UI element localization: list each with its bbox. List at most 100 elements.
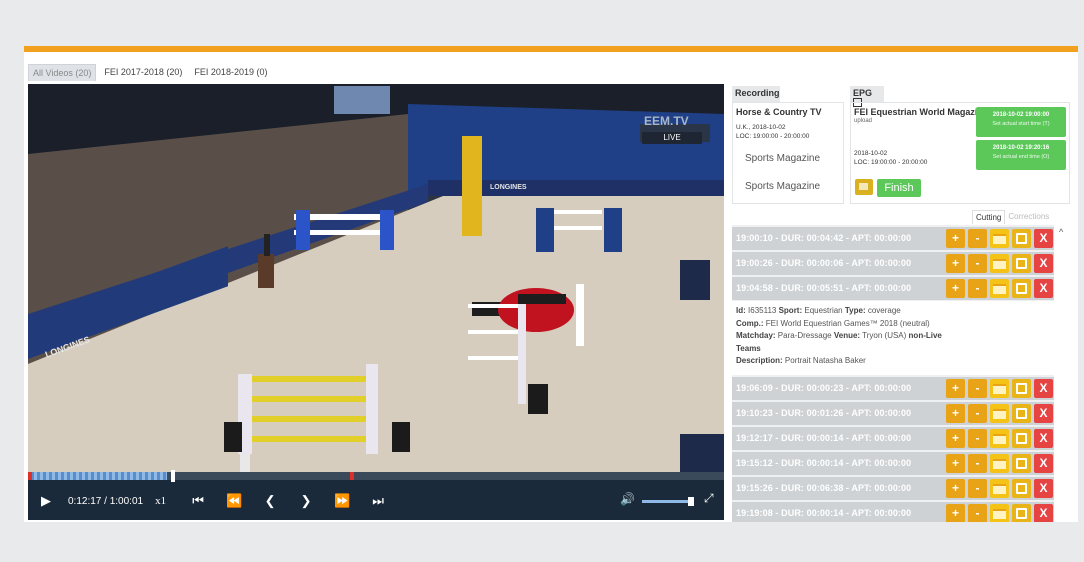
cut-row-text: 19:04:58 - DUR: 00:05:51 - APT: 00:00:00 [736,283,912,293]
cut-row[interactable]: 19:15:12 - DUR: 00:00:14 - APT: 00:00:00… [732,452,1054,475]
details-line: Teams [736,343,761,353]
control-row: ▶ 0:12:17 / 1:00:01 x1 ⏮ ⏪ ❮ ❯ ⏩ ⏭ 🔊 ⤢ [28,486,724,516]
progress-knob[interactable] [171,470,175,482]
program-item[interactable]: Sports Magazine [745,153,820,164]
fullscreen-icon[interactable]: ⤢ [704,491,714,506]
cut-row-text: 19:00:10 - DUR: 00:04:42 - APT: 00:00:00 [736,233,912,243]
cut-row[interactable]: 19:12:17 - DUR: 00:00:14 - APT: 00:00:00… [732,427,1054,450]
volume-slider[interactable] [642,500,694,503]
edit-icon[interactable] [1012,379,1031,398]
cut-marker[interactable] [350,472,354,480]
cut-row[interactable]: 19:19:08 - DUR: 00:00:14 - APT: 00:00:00… [732,502,1054,522]
cut-details: Id: I635113 Sport: Equestrian Type: cove… [732,301,1054,375]
delete-icon[interactable]: X [1034,279,1053,298]
edit-icon[interactable] [1012,254,1031,273]
play-icon[interactable]: ▶ [28,493,64,509]
end-time-label: Set actual end time (O) [992,154,1050,160]
cut-marker[interactable] [28,472,32,480]
cut-row[interactable]: 19:10:23 - DUR: 00:01:26 - APT: 00:00:00… [732,402,1054,425]
delete-icon[interactable]: X [1034,379,1053,398]
set-start-time-button[interactable]: 2018-10-02 19:00:00 Set actual start tim… [976,107,1066,137]
remove-icon[interactable]: - [968,379,987,398]
folder-icon[interactable] [990,429,1009,448]
remove-icon[interactable]: - [968,504,987,522]
volume-knob[interactable] [688,497,694,506]
cut-list-scrollbar[interactable]: ^ [1056,225,1070,522]
delete-icon[interactable]: X [1034,504,1053,522]
tab-cutting[interactable]: Cutting [972,210,1006,224]
edit-icon[interactable] [1012,454,1031,473]
speed-button[interactable]: x1 [155,495,166,507]
epg-date: 2018-10-02 [854,150,888,157]
delete-icon[interactable]: X [1034,229,1053,248]
folder-icon[interactable] [990,254,1009,273]
scroll-up-icon[interactable]: ^ [1059,227,1063,237]
cut-list: 19:00:10 - DUR: 00:04:42 - APT: 00:00:00… [732,225,1054,522]
step-back-icon[interactable]: ❮ [252,493,288,509]
folder-icon[interactable] [990,279,1009,298]
delete-icon[interactable]: X [1034,429,1053,448]
live-badge: LIVE [642,132,702,144]
remove-icon[interactable]: - [968,279,987,298]
image-icon[interactable] [855,179,873,195]
add-icon[interactable]: + [946,404,965,423]
remove-icon[interactable]: - [968,229,987,248]
edit-icon[interactable] [1012,229,1031,248]
add-icon[interactable]: + [946,254,965,273]
details-line: Comp.: FEI World Equestrian Games™ 2018 … [736,318,930,328]
remove-icon[interactable]: - [968,404,987,423]
cut-row[interactable]: 19:00:26 - DUR: 00:00:06 - APT: 00:00:00… [732,252,1054,275]
set-end-time-button[interactable]: 2018-10-02 19:20:16 Set actual end time … [976,140,1066,170]
folder-icon[interactable] [990,454,1009,473]
recording-date: U.K., 2018-10-02 [736,124,786,131]
folder-icon[interactable] [990,404,1009,423]
progress-bar[interactable] [28,470,724,482]
delete-icon[interactable]: X [1034,404,1053,423]
folder-icon[interactable] [990,504,1009,522]
delete-icon[interactable]: X [1034,454,1053,473]
video-frame[interactable]: LIVE EEM.TV LONGINES LONGINES [28,84,724,472]
folder-icon[interactable] [990,479,1009,498]
tab-all-videos[interactable]: All Videos (20) [28,63,97,81]
cut-row[interactable]: 19:15:26 - DUR: 00:06:38 - APT: 00:00:00… [732,477,1054,500]
folder-icon[interactable] [990,379,1009,398]
epg-tab[interactable]: EPG [850,86,884,107]
folder-icon[interactable] [990,229,1009,248]
finish-button[interactable]: Finish [877,179,921,197]
add-icon[interactable]: + [946,279,965,298]
tab-corrections[interactable]: Corrections [1005,210,1052,224]
remove-icon[interactable]: - [968,254,987,273]
rewind-icon[interactable]: ⏪ [216,493,252,509]
skip-first-icon[interactable]: ⏮ [180,493,216,509]
remove-icon[interactable]: - [968,454,987,473]
skip-last-icon[interactable]: ⏭ [360,493,396,509]
step-forward-icon[interactable]: ❯ [288,493,324,509]
cut-row[interactable]: 19:06:09 - DUR: 00:00:23 - APT: 00:00:00… [732,377,1054,400]
volume-icon[interactable]: 🔊 [620,492,635,506]
fast-forward-icon[interactable]: ⏩ [324,493,360,509]
edit-icon[interactable] [1012,479,1031,498]
edit-icon[interactable] [1012,429,1031,448]
add-icon[interactable]: + [946,504,965,522]
tab-fei-2018-2019[interactable]: FEI 2018-2019 (0) [190,64,271,80]
cut-row[interactable]: 19:04:58 - DUR: 00:05:51 - APT: 00:00:00… [732,277,1054,300]
delete-icon[interactable]: X [1034,254,1053,273]
tab-fei-2017-2018[interactable]: FEI 2017-2018 (20) [100,64,186,80]
delete-icon[interactable]: X [1034,479,1053,498]
remove-icon[interactable]: - [968,479,987,498]
program-item[interactable]: Sports Magazine [745,181,820,192]
remove-icon[interactable]: - [968,429,987,448]
add-icon[interactable]: + [946,479,965,498]
recording-tab[interactable]: Recording [732,86,780,102]
add-icon[interactable]: + [946,429,965,448]
add-icon[interactable]: + [946,454,965,473]
start-time: 2018-10-02 19:00:00 [992,112,1050,118]
edit-icon[interactable] [1012,279,1031,298]
edit-icon[interactable] [1012,504,1031,522]
add-icon[interactable]: + [946,379,965,398]
cut-row-text: 19:19:08 - DUR: 00:00:14 - APT: 00:00:00 [736,508,912,518]
cut-row[interactable]: 19:00:10 - DUR: 00:04:42 - APT: 00:00:00… [732,227,1054,250]
start-time-label: Set actual start time (T) [992,121,1050,127]
edit-icon[interactable] [1012,404,1031,423]
add-icon[interactable]: + [946,229,965,248]
